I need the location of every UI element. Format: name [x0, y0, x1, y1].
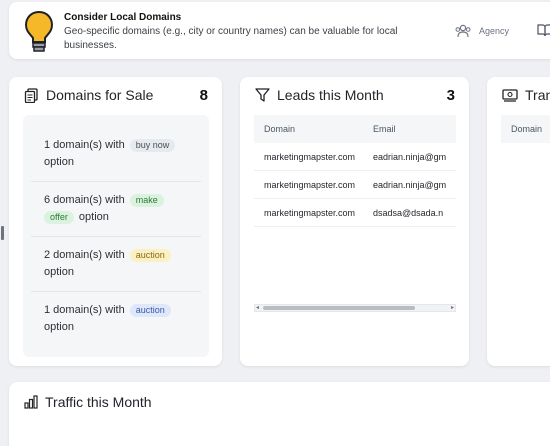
traffic-title: Traffic this Month	[45, 394, 152, 410]
book-icon[interactable]	[537, 23, 550, 37]
domains-for-sale-title: Domains for Sale	[46, 87, 154, 103]
lightbulb-icon	[24, 10, 54, 52]
list-item[interactable]: 6 domain(s) with make offer option	[31, 192, 201, 226]
column-header-domain[interactable]: Domain	[254, 124, 373, 134]
table-header: Domain	[501, 115, 550, 143]
domains-for-sale-count: 8	[199, 87, 208, 104]
leads-card: Leads this Month 3 Domain Email marketin…	[240, 77, 469, 366]
table-header: Domain Email	[254, 115, 456, 143]
scrollbar-thumb[interactable]	[263, 306, 415, 310]
scroll-left-icon[interactable]: ◂	[256, 305, 259, 311]
collapse-handle[interactable]	[1, 226, 4, 240]
table-row[interactable]: marketingmapster.com dsadsa@dsada.n	[254, 199, 456, 227]
make-offer-badge: make	[129, 194, 164, 207]
scroll-right-icon[interactable]: ▸	[451, 305, 454, 311]
domains-for-sale-card: Domains for Sale 8 1 domain(s) with buy …	[9, 77, 222, 366]
table-row[interactable]: marketingmapster.com eadrian.ninja@gm	[254, 171, 456, 199]
tip-title: Consider Local Domains	[64, 12, 182, 23]
domain-options-list: 1 domain(s) with buy now option 6 domain…	[23, 115, 209, 357]
auction-badge: auction	[129, 304, 171, 317]
leads-header: Leads this Month	[255, 87, 384, 103]
agency-label: Agency	[479, 26, 510, 36]
money-icon	[502, 88, 518, 102]
list-item[interactable]: 1 domain(s) with buy now option	[31, 137, 201, 171]
agency-link[interactable]: Agency	[455, 24, 509, 38]
filter-icon	[255, 88, 270, 102]
make-offer-badge-cont: offer	[44, 211, 74, 224]
transactions-header: Trans	[502, 87, 550, 103]
domains-for-sale-header: Domains for Sale	[24, 87, 153, 103]
tip-text: Geo-specific domains (e.g., city or coun…	[64, 26, 398, 51]
buy-now-badge: buy now	[129, 139, 176, 152]
transactions-card: Trans Domain	[487, 77, 550, 366]
divider	[31, 291, 201, 292]
column-header-email[interactable]: Email	[373, 124, 456, 134]
list-item[interactable]: 2 domain(s) with auction option	[31, 247, 201, 281]
transactions-table: Domain	[501, 115, 550, 143]
column-header-domain[interactable]: Domain	[501, 124, 550, 134]
traffic-card: Traffic this Month	[9, 382, 550, 446]
tip-banner: Consider Local Domains Geo-specific doma…	[9, 2, 550, 59]
bar-chart-icon	[24, 395, 38, 409]
users-icon	[455, 24, 471, 38]
leads-title: Leads this Month	[277, 87, 384, 103]
divider	[31, 236, 201, 237]
divider	[31, 181, 201, 182]
traffic-header: Traffic this Month	[24, 394, 152, 410]
transactions-title: Trans	[525, 87, 550, 103]
auction-badge: auction	[129, 249, 171, 262]
table-row[interactable]: marketingmapster.com eadrian.ninja@gm	[254, 143, 456, 171]
horizontal-scrollbar[interactable]: ◂ ▸	[254, 304, 456, 312]
leads-count: 3	[446, 87, 455, 104]
list-item[interactable]: 1 domain(s) with auction option	[31, 302, 201, 336]
leads-table: Domain Email marketingmapster.com eadria…	[254, 115, 456, 227]
documents-icon	[24, 87, 38, 103]
